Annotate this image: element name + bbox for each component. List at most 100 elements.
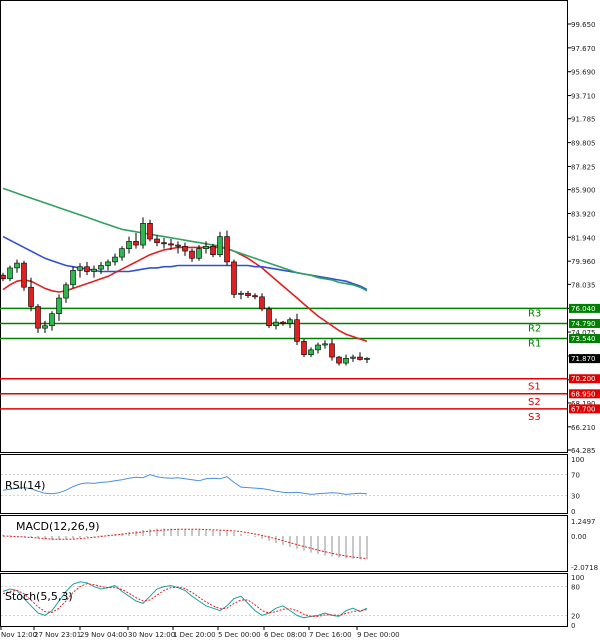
y-tick-label: 83.920 <box>571 210 596 218</box>
candle-bearish <box>301 341 307 355</box>
candle-bullish <box>98 265 104 270</box>
candle-bearish <box>259 296 265 310</box>
candle-bullish <box>119 248 125 258</box>
candle-bullish <box>203 245 209 249</box>
y-tick-label: 99.650 <box>571 21 596 29</box>
candle-bearish <box>84 266 90 272</box>
candle-bullish <box>14 262 20 269</box>
candle-bullish <box>273 321 279 327</box>
candle-bearish <box>280 321 286 324</box>
level-name-r3: R3 <box>528 308 541 319</box>
last-price-value: 71.870 <box>571 355 596 363</box>
level-value-s2: 68.950 <box>571 390 596 398</box>
candle-bullish <box>287 319 293 324</box>
candle-bullish <box>140 223 146 246</box>
y-tick-label: 93.710 <box>571 93 596 101</box>
candle-bullish <box>70 270 76 286</box>
level-name-s1: S1 <box>528 382 541 393</box>
candle-bullish <box>350 356 356 359</box>
y-tick-label: 66.210 <box>571 424 596 432</box>
y-tick-label: 64.285 <box>571 447 596 455</box>
candle-bullish <box>196 248 202 259</box>
level-value-r1: 73.540 <box>571 335 596 343</box>
rsi-y-tick: 70 <box>571 472 580 480</box>
candle-bullish <box>112 256 118 263</box>
candle-bearish <box>189 250 195 259</box>
candle-bullish <box>364 357 370 360</box>
candle-bullish <box>42 325 48 329</box>
rsi-y-tick: 0 <box>571 508 575 516</box>
candle-bearish <box>182 245 188 252</box>
candle-bullish <box>63 284 69 299</box>
macd-y-tick: 1.2497 <box>571 518 596 526</box>
candle-bearish <box>21 262 27 288</box>
y-tick-label: 97.670 <box>571 45 596 53</box>
candle-bearish <box>0 274 6 280</box>
candle-bearish <box>154 238 160 243</box>
candle-bearish <box>329 343 335 358</box>
candle-bearish <box>231 261 237 295</box>
y-tick-label: 89.805 <box>571 140 596 148</box>
macd-y-tick: -2.0718 <box>571 564 598 572</box>
candle-bullish <box>126 241 132 249</box>
x-tick-label: 6 Dec 08:00 <box>264 631 307 639</box>
candle-bearish <box>210 245 216 255</box>
candle-bullish <box>322 343 328 346</box>
candle-bearish <box>357 356 363 360</box>
stoch-y-tick: 100 <box>571 574 584 582</box>
macd-y-tick: 0.00 <box>571 533 587 541</box>
level-name-s3: S3 <box>528 412 541 423</box>
candle-bullish <box>105 261 111 266</box>
rsi-y-tick: 30 <box>571 492 580 500</box>
stoch-title: Stoch(5,5,3) <box>5 590 73 603</box>
x-tick-label: Nov 12:00 <box>1 631 37 639</box>
candle-bullish <box>343 357 349 364</box>
x-tick-label: 7 Dec 16:00 <box>309 631 352 639</box>
level-value-s1: 70.200 <box>571 375 596 383</box>
candle-bearish <box>252 295 258 298</box>
candle-bullish <box>91 268 97 272</box>
candle-bullish <box>238 292 244 295</box>
candle-bearish <box>168 243 174 246</box>
rsi-title: RSI(14) <box>5 479 45 492</box>
candle-bearish <box>28 286 34 307</box>
candle-bullish <box>49 313 55 327</box>
candle-bearish <box>224 236 230 263</box>
y-tick-label: 85.900 <box>571 187 596 195</box>
last-price-marker: 71.870 <box>569 354 600 364</box>
candle-bearish <box>245 292 251 296</box>
price-chart: 99.650 97.670 95.690 93.710 91.785 89.805 87.8… <box>0 0 600 641</box>
candle-bearish <box>133 241 139 246</box>
candle-bullish <box>77 266 83 271</box>
candle-bearish <box>147 223 153 240</box>
level-name-r2: R2 <box>528 323 541 334</box>
y-tick-label: 79.960 <box>571 258 596 266</box>
candle-bearish <box>336 356 342 364</box>
candle-bearish <box>175 244 181 247</box>
candle-bullish <box>315 344 321 351</box>
level-name-s2: S2 <box>528 397 541 408</box>
y-tick-label: 87.825 <box>571 163 596 171</box>
candle-bullish <box>217 236 223 255</box>
x-tick-label: 27 Nov 23:01 <box>34 631 81 639</box>
candle-bearish <box>294 319 300 342</box>
rsi-y-tick: 100 <box>571 456 584 464</box>
macd-title: MACD(12,26,9) <box>16 520 100 533</box>
stoch-y-tick: 20 <box>571 612 580 620</box>
stoch-y-tick: 0 <box>571 622 575 630</box>
stoch-y-tick: 80 <box>571 584 580 592</box>
candle-bullish <box>308 349 314 355</box>
y-tick-label: 78.035 <box>571 281 596 289</box>
x-tick-label: 5 Dec 00:00 <box>218 631 261 639</box>
y-tick-label: 81.940 <box>571 234 596 242</box>
x-tick-label: 29 Nov 04:00 <box>80 631 127 639</box>
level-value-r2: 74.790 <box>571 320 596 328</box>
level-name-r1: R1 <box>528 339 541 350</box>
x-tick-label: 1 Dec 20:00 <box>173 631 216 639</box>
x-tick-label: 9 Dec 00:00 <box>357 631 400 639</box>
level-value-r3: 76.040 <box>571 305 596 313</box>
candle-bearish <box>266 308 272 327</box>
candle-bullish <box>7 267 13 280</box>
candle-bearish <box>161 242 167 245</box>
level-value-s3: 67.700 <box>571 405 596 413</box>
